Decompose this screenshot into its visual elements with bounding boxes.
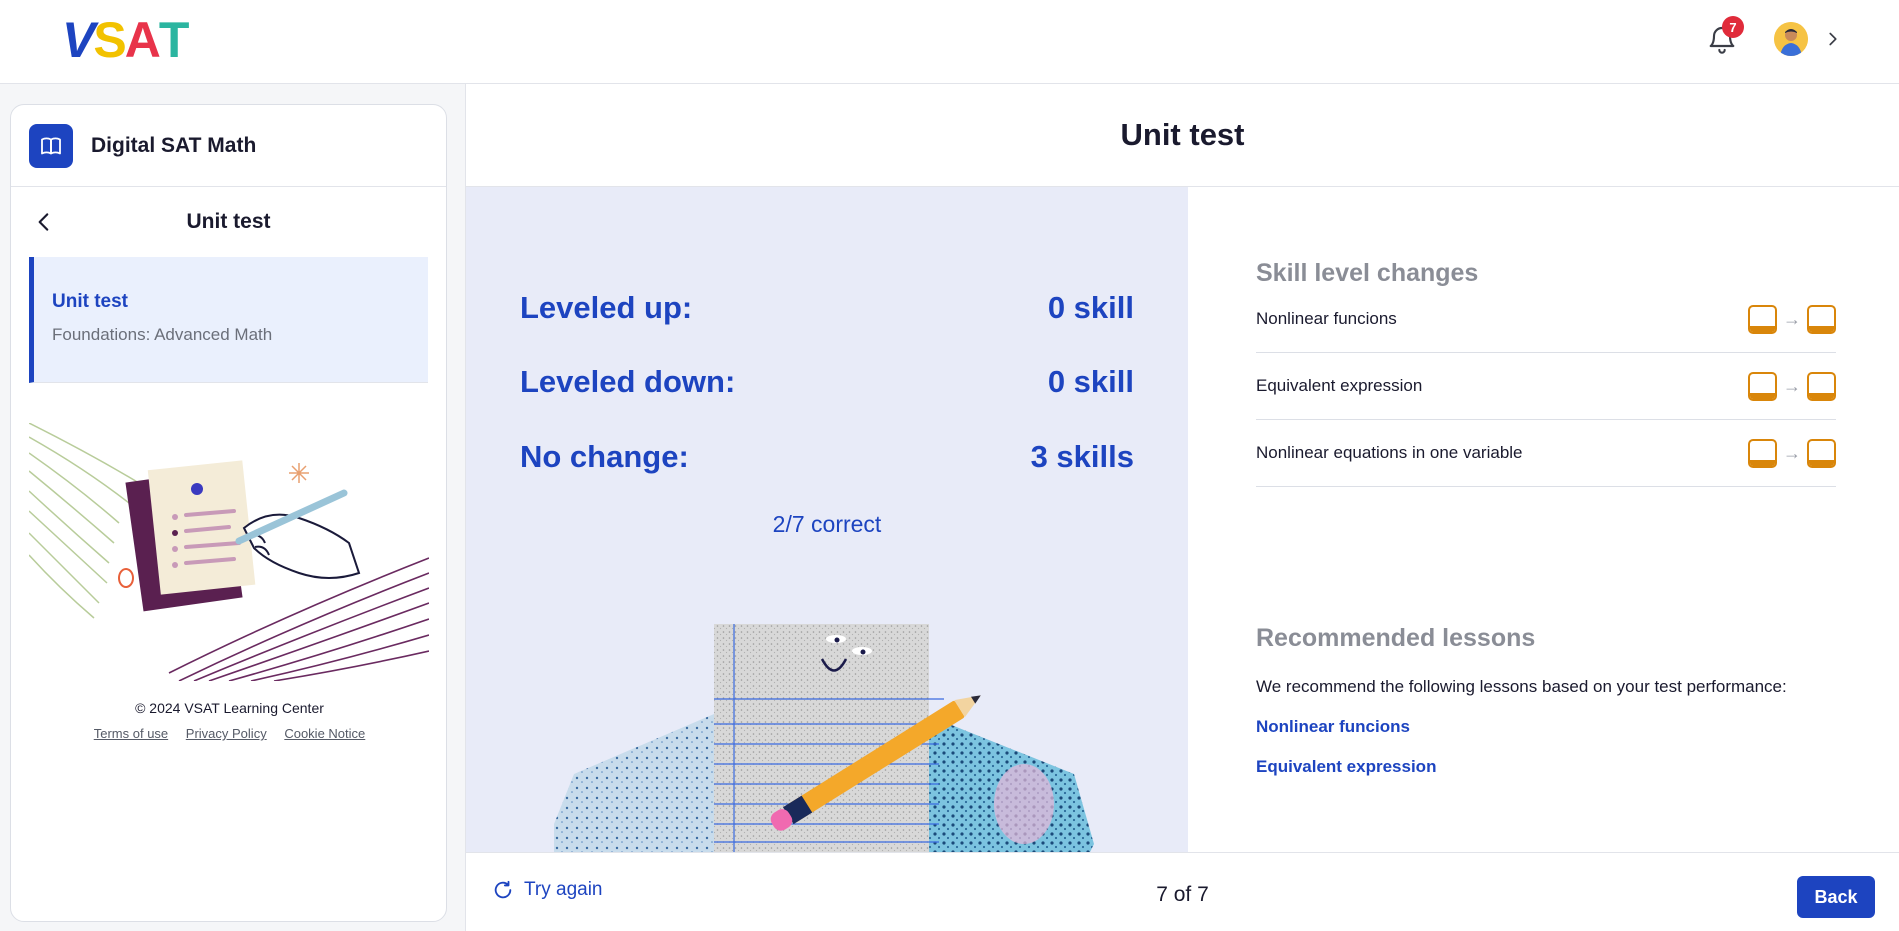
arrow-right-icon: → bbox=[1783, 308, 1801, 329]
results-panel: Leveled up: 0 skill Leveled down: 0 skil… bbox=[466, 187, 1188, 852]
terms-link[interactable]: Terms of use bbox=[94, 726, 168, 741]
footer-links: Terms of use Privacy Policy Cookie Notic… bbox=[11, 726, 446, 741]
sidebar-item-title: Unit test bbox=[52, 291, 128, 312]
book-icon bbox=[29, 123, 73, 168]
recommended-heading: Recommended lessons bbox=[1256, 624, 1536, 652]
chevron-left-icon[interactable] bbox=[31, 209, 57, 235]
stat-no-change: No change: 3 skills bbox=[520, 439, 1134, 475]
skill-level-box-icon bbox=[1807, 304, 1836, 334]
skill-row: Equivalent expression → bbox=[1256, 353, 1836, 420]
test-writing-illustration bbox=[29, 423, 429, 681]
skill-level-box-icon bbox=[1748, 304, 1777, 334]
skill-row: Nonlinear funcions → bbox=[1256, 286, 1836, 353]
sidebar-card: Digital SAT Math Unit test Unit test Fou… bbox=[10, 104, 447, 922]
page-title: Unit test bbox=[1120, 117, 1245, 152]
paper-character-illustration bbox=[554, 624, 1094, 852]
skill-row: Nonlinear equations in one variable → bbox=[1256, 420, 1836, 487]
stat-value: 0 skill bbox=[1047, 364, 1134, 399]
details-panel: Skill level changes Nonlinear funcions →… bbox=[1188, 187, 1899, 852]
skill-level-box-icon bbox=[1748, 438, 1777, 468]
skill-name: Equivalent expression bbox=[1256, 376, 1423, 395]
stat-leveled-down: Leveled down: 0 skill bbox=[520, 364, 1134, 400]
stat-leveled-up: Leveled up: 0 skill bbox=[520, 290, 1134, 326]
try-again-label: Try again bbox=[524, 879, 603, 900]
back-button[interactable]: Back bbox=[1797, 876, 1875, 918]
cookie-link[interactable]: Cookie Notice bbox=[284, 726, 365, 741]
stat-label: Leveled down: bbox=[520, 364, 736, 399]
lesson-link[interactable]: Nonlinear funcions bbox=[1256, 717, 1410, 737]
lesson-link[interactable]: Equivalent expression bbox=[1256, 757, 1436, 777]
stat-value: 3 skills bbox=[1030, 439, 1134, 474]
arrow-right-icon: → bbox=[1783, 375, 1801, 396]
copyright: © 2024 VSAT Learning Center bbox=[135, 700, 324, 716]
sidebar: Digital SAT Math Unit test Unit test Fou… bbox=[0, 84, 466, 931]
vsat-logo[interactable]: VSAT bbox=[62, 12, 189, 68]
notification-badge: 7 bbox=[1722, 16, 1744, 38]
section-header: Unit test bbox=[11, 187, 446, 257]
course-title: Digital SAT Math bbox=[91, 133, 257, 157]
main-title-bar: Unit test bbox=[466, 84, 1899, 187]
chevron-right-icon[interactable] bbox=[1822, 28, 1844, 50]
section-title: Unit test bbox=[186, 210, 271, 233]
skill-level-box-icon bbox=[1748, 371, 1777, 401]
skill-level-heading: Skill level changes bbox=[1256, 259, 1479, 287]
stat-label: No change: bbox=[520, 439, 689, 474]
bottom-bar: Try again 7 of 7 Back bbox=[466, 852, 1899, 931]
top-bar: VSAT 7 bbox=[0, 0, 1899, 84]
correct-summary: 2/7 correct bbox=[772, 511, 882, 537]
page-counter: 7 of 7 bbox=[1156, 883, 1209, 906]
recommended-text: We recommend the following lessons based… bbox=[1256, 677, 1787, 696]
skill-level-indicator: → bbox=[1748, 371, 1836, 401]
stat-value: 0 skill bbox=[1047, 290, 1134, 325]
skill-level-box-icon bbox=[1807, 438, 1836, 468]
course-header[interactable]: Digital SAT Math bbox=[11, 105, 446, 187]
avatar[interactable] bbox=[1774, 22, 1808, 56]
sidebar-item-subtitle: Foundations: Advanced Math bbox=[52, 325, 273, 344]
sidebar-item-unit-test[interactable]: Unit test Foundations: Advanced Math bbox=[29, 257, 428, 383]
skill-name: Nonlinear funcions bbox=[1256, 309, 1397, 328]
skill-level-box-icon bbox=[1807, 371, 1836, 401]
try-again-button[interactable]: Try again bbox=[492, 879, 603, 901]
skill-level-indicator: → bbox=[1748, 304, 1836, 334]
refresh-icon bbox=[494, 880, 512, 899]
privacy-link[interactable]: Privacy Policy bbox=[186, 726, 267, 741]
skill-level-indicator: → bbox=[1748, 438, 1836, 468]
arrow-right-icon: → bbox=[1783, 442, 1801, 463]
skill-name: Nonlinear equations in one variable bbox=[1256, 443, 1523, 462]
stat-label: Leveled up: bbox=[520, 290, 693, 325]
